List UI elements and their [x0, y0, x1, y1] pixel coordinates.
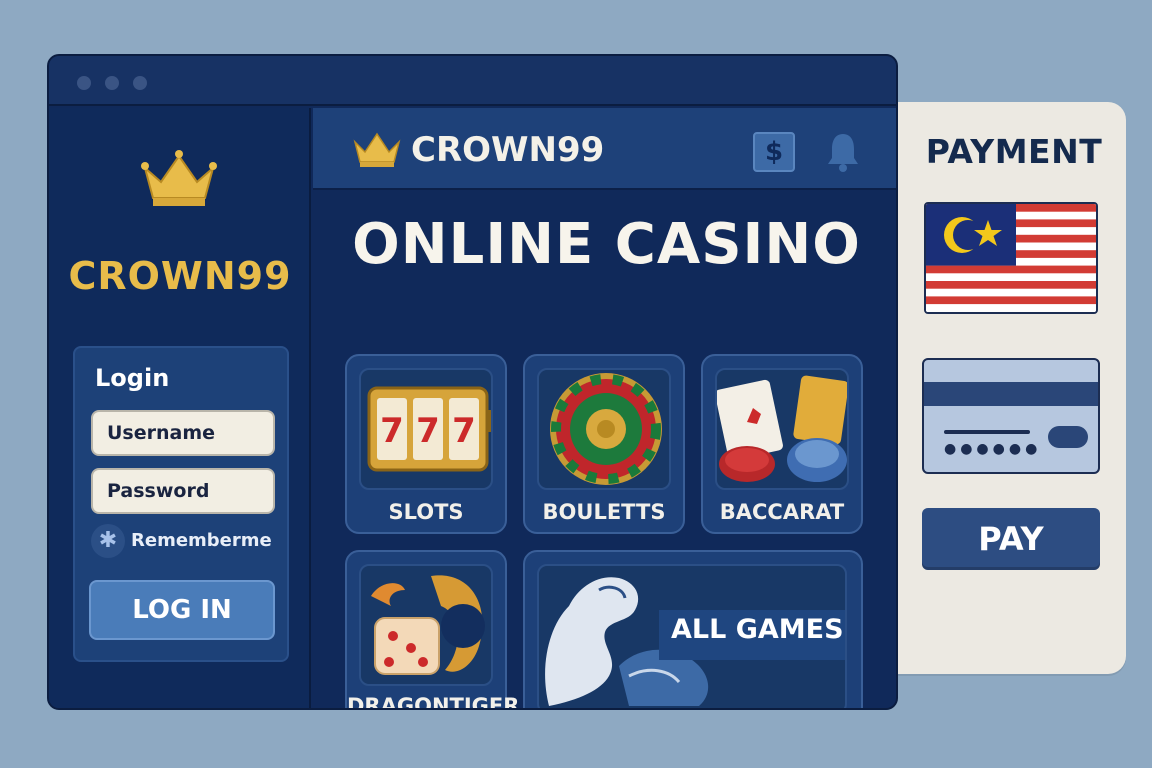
crown-icon	[139, 148, 219, 214]
slot-machine-icon: 7 7 7	[359, 368, 493, 490]
game-label-baccarat: BACCARAT	[719, 500, 845, 524]
password-field[interactable]	[91, 468, 275, 514]
remember-me-toggle[interactable]: ✱ Rememberme	[91, 522, 291, 562]
credit-card-icon[interactable]: ●●●●●●	[922, 358, 1100, 474]
username-field[interactable]	[91, 410, 275, 456]
roulette-wheel-icon	[537, 368, 671, 490]
window-dot-close[interactable]	[77, 76, 91, 90]
card-line	[944, 430, 1030, 434]
browser-window: CROWN99 Login ✱ Rememberme LOG IN CROWN9…	[47, 54, 898, 710]
sidebar: CROWN99 Login ✱ Rememberme LOG IN	[49, 108, 311, 708]
logo-text[interactable]: CROWN99	[49, 254, 311, 298]
card-dots: ●●●●●●	[944, 441, 1042, 457]
game-tile-slots[interactable]: 7 7 7 SLOTS	[345, 354, 507, 534]
game-tile-baccarat[interactable]: BACCARAT	[701, 354, 863, 534]
login-button[interactable]: LOG IN	[89, 580, 275, 640]
game-tile-dragontiger[interactable]: DRAGONTIGER	[345, 550, 520, 710]
malaysia-flag-icon[interactable]	[924, 202, 1098, 314]
login-form: Login ✱ Rememberme LOG IN	[73, 346, 289, 662]
hero-title: ONLINE CASINO	[352, 212, 861, 277]
svg-text:7: 7	[380, 411, 404, 451]
window-dot-maximize[interactable]	[133, 76, 147, 90]
login-title: Login	[95, 364, 170, 392]
dragon-dice-icon	[359, 564, 493, 686]
dollar-icon[interactable]: $	[753, 132, 795, 172]
game-label-dragontiger: DRAGONTIGER	[347, 694, 520, 710]
game-tile-all-games[interactable]: ALL GAMES	[523, 550, 863, 708]
payment-panel: PAYMENT ●●●●●● PAY	[880, 102, 1126, 674]
game-label-all-games: ALL GAMES	[671, 614, 844, 645]
window-titlebar	[49, 56, 896, 106]
top-bar: CROWN99 $	[313, 108, 896, 190]
pay-button[interactable]: PAY	[922, 508, 1100, 570]
crown-icon	[351, 130, 403, 174]
card-chip	[1048, 426, 1088, 448]
window-dot-minimize[interactable]	[105, 76, 119, 90]
remember-me-label: Rememberme	[131, 530, 272, 551]
bell-icon[interactable]	[825, 130, 861, 178]
svg-text:7: 7	[452, 411, 476, 451]
card-stripe	[924, 382, 1098, 406]
header-brand[interactable]: CROWN99	[411, 130, 604, 170]
svg-text:7: 7	[416, 411, 440, 451]
cards-and-chips-icon	[715, 368, 849, 490]
main-content: CROWN99 $ ONLINE CASINO 7 7 7 SLOTS BOUL…	[313, 108, 896, 710]
game-label-slots: SLOTS	[388, 500, 464, 524]
game-label-bouletts: BOULETTS	[542, 500, 666, 524]
asterisk-icon[interactable]: ✱	[91, 524, 125, 558]
payment-title: PAYMENT	[925, 132, 1103, 171]
game-tile-bouletts[interactable]: BOULETTS	[523, 354, 685, 534]
